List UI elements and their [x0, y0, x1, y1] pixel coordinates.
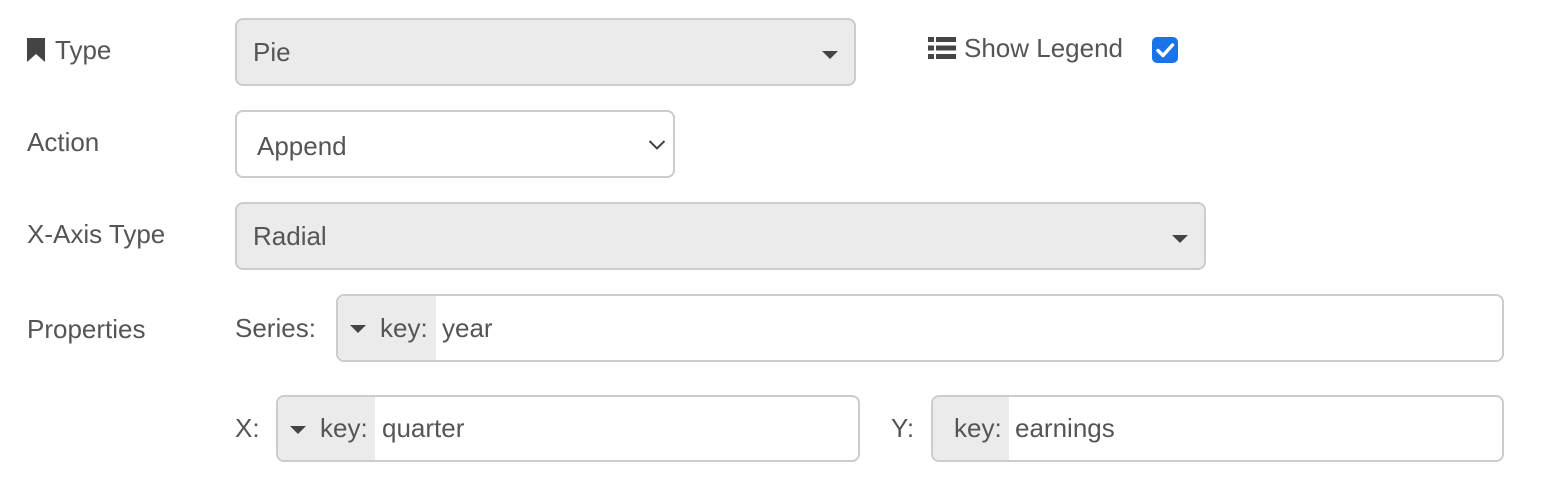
caret-down-icon	[822, 51, 838, 59]
properties-label: Properties	[27, 314, 146, 344]
x-label: X:	[235, 413, 260, 443]
y-value: earnings	[1015, 413, 1115, 443]
y-key-prefix: key:	[954, 413, 1002, 443]
series-typed-input[interactable]: key: year	[336, 294, 1504, 362]
x-type-selector[interactable]: key:	[278, 397, 375, 460]
x-axis-type-value: Radial	[253, 221, 327, 251]
series-value: year	[442, 313, 493, 343]
series-key-prefix: key:	[380, 313, 428, 343]
action-label: Action	[27, 127, 100, 157]
y-label: Y:	[891, 413, 915, 443]
x-axis-type-select[interactable]: Radial	[235, 202, 1206, 270]
type-select[interactable]: Pie	[235, 18, 856, 86]
action-select-value: Append	[257, 131, 347, 161]
bookmark-icon	[27, 38, 45, 62]
x-key-prefix: key:	[320, 413, 368, 443]
list-icon	[928, 37, 956, 59]
type-select-value: Pie	[253, 37, 291, 67]
series-type-selector[interactable]: key:	[338, 296, 436, 360]
type-label: Type	[55, 35, 112, 65]
x-axis-type-label: X-Axis Type	[27, 219, 166, 249]
x-value: quarter	[382, 413, 465, 443]
show-legend-label: Show Legend	[964, 33, 1124, 63]
y-key-prefix-box: key:	[933, 397, 1009, 460]
x-typed-input[interactable]: key: quarter	[276, 395, 860, 462]
caret-down-icon	[1172, 235, 1188, 243]
caret-down-icon	[290, 426, 306, 434]
caret-down-icon	[350, 325, 366, 333]
show-legend-checkbox[interactable]	[1152, 37, 1178, 63]
chevron-down-icon	[648, 140, 666, 150]
series-label: Series:	[235, 313, 316, 343]
y-typed-input[interactable]: key: earnings	[931, 395, 1504, 462]
action-select[interactable]: Append	[235, 110, 675, 178]
checkmark-icon	[1156, 43, 1175, 58]
